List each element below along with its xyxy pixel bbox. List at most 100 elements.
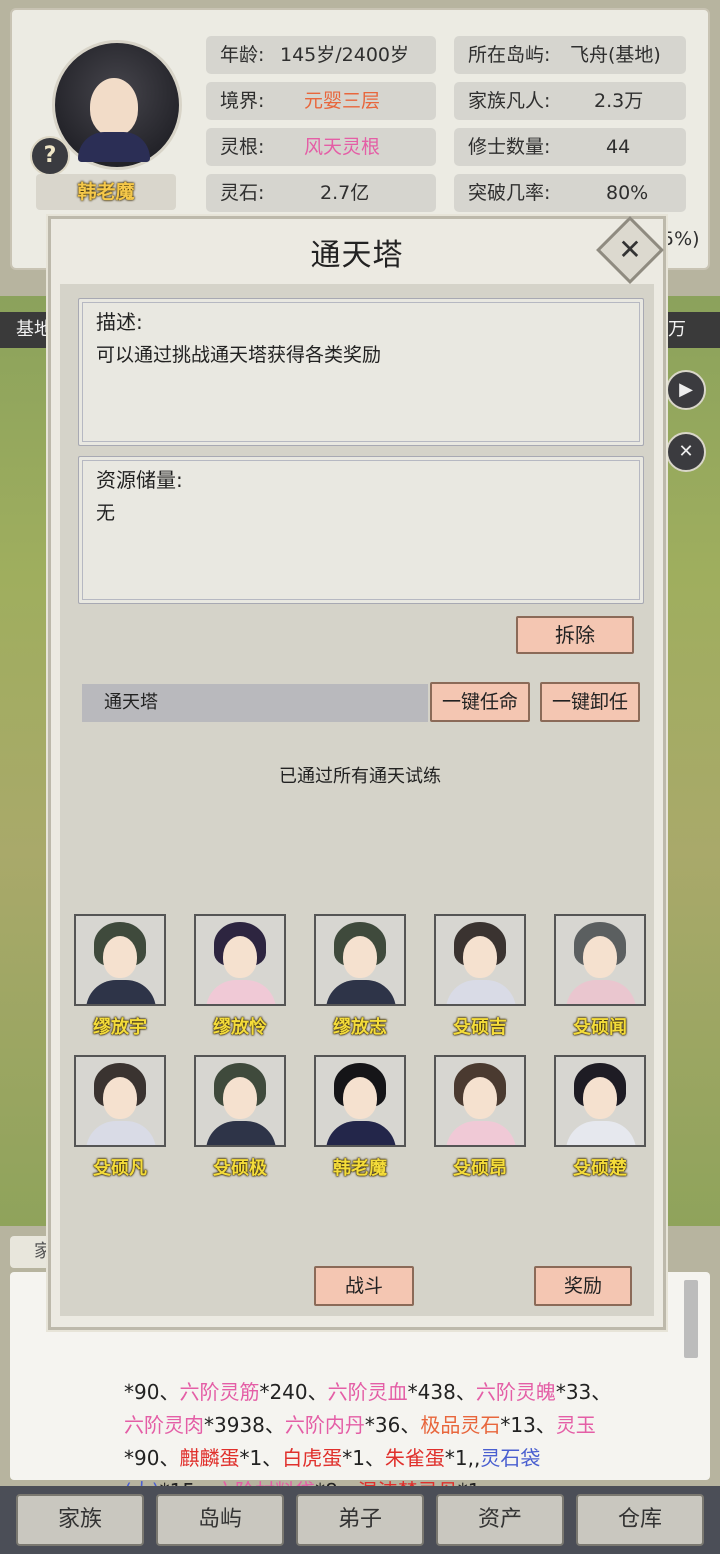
reward-button[interactable]: 奖励	[534, 1266, 632, 1306]
play-icon[interactable]: ▶	[666, 370, 706, 410]
member-portrait[interactable]	[74, 914, 166, 1006]
portrait-face	[343, 936, 377, 978]
member-name: 殳硕凡	[93, 1158, 147, 1179]
portrait-face	[583, 1077, 617, 1119]
stat-realm: 境界: 元婴三层	[206, 82, 436, 120]
dismiss-all-button[interactable]: 一键卸任	[540, 682, 640, 722]
log-item-name: 极品灵石	[420, 1413, 501, 1437]
member-portrait[interactable]	[74, 1055, 166, 1147]
description-title: 描述:	[96, 310, 143, 334]
stat-value: 145岁/2400岁	[280, 44, 410, 66]
member-portrait[interactable]	[554, 1055, 646, 1147]
log-item-count: *438、	[407, 1380, 476, 1404]
log-item-name: 六阶灵筋	[179, 1380, 260, 1404]
appoint-all-button[interactable]: 一键任命	[430, 682, 530, 722]
member-name: 殳硕闻	[573, 1017, 627, 1038]
log-item-count: *1、	[342, 1446, 385, 1470]
log-line: *90、六阶灵筋*240、六阶灵血*438、六阶灵魄*33、	[124, 1376, 684, 1409]
log-item-name: 朱雀蛋	[384, 1446, 445, 1470]
member-name: 韩老魔	[333, 1158, 387, 1179]
portrait-face	[223, 936, 257, 978]
status-text: 已通过所有通天试练	[279, 766, 441, 787]
close-icon-glyph[interactable]: ✕	[606, 226, 654, 274]
nav-disciple-button[interactable]: 弟子	[296, 1494, 424, 1546]
map-close-icon[interactable]: ✕	[666, 432, 706, 472]
member-portrait[interactable]	[314, 1055, 406, 1147]
member-portrait[interactable]	[194, 1055, 286, 1147]
member-portrait[interactable]	[314, 914, 406, 1006]
log-item-count: *240、	[259, 1380, 328, 1404]
fight-button[interactable]: 战斗	[314, 1266, 414, 1306]
log-item-count: *1、	[239, 1446, 283, 1470]
member-name: 殳硕极	[213, 1158, 267, 1179]
log-item-name: 六阶灵血	[327, 1380, 408, 1404]
stat-value: 80%	[606, 182, 649, 204]
member-name: 缪放志	[333, 1017, 387, 1038]
partial-stat-text: 5%)	[662, 228, 700, 250]
portrait-face	[343, 1077, 377, 1119]
description-box	[78, 298, 644, 446]
log-item-name: 六阶内丹	[284, 1413, 365, 1437]
log-item-count: *33、	[555, 1380, 612, 1404]
log-item-name: 灵石袋	[480, 1446, 541, 1470]
member-name: 殳硕吉	[453, 1017, 507, 1038]
stat-spirit-stones: 灵石: 2.7亿	[206, 174, 436, 212]
portrait-face	[103, 936, 137, 978]
member-portrait[interactable]	[194, 914, 286, 1006]
log-item-name: 白虎蛋	[282, 1446, 343, 1470]
character-name: 韩老魔	[36, 174, 176, 210]
member-name: 缪放宇	[93, 1017, 147, 1038]
nav-family-button[interactable]: 家族	[16, 1494, 144, 1546]
stat-label: 突破几率:	[468, 182, 551, 204]
nav-warehouse-button[interactable]: 仓库	[576, 1494, 704, 1546]
stat-label: 家族凡人:	[468, 90, 551, 112]
nav-assets-button[interactable]: 资产	[436, 1494, 564, 1546]
stat-cultivators: 修士数量: 44	[454, 128, 686, 166]
stat-label: 境界:	[220, 90, 265, 112]
stat-label: 灵石:	[220, 182, 265, 204]
stat-breakthrough: 突破几率: 80%	[454, 174, 686, 212]
log-item-name: 六阶灵魄	[475, 1380, 556, 1404]
demolish-button[interactable]: 拆除	[516, 616, 634, 654]
portrait-face	[463, 1077, 497, 1119]
stat-spirit-root: 灵根: 风天灵根	[206, 128, 436, 166]
log-item-name: 六阶灵肉	[124, 1413, 204, 1437]
log-line: 六阶灵肉*3938、六阶内丹*36、极品灵石*13、灵玉	[124, 1409, 684, 1442]
portrait-face	[463, 936, 497, 978]
log-item-count: *90、	[124, 1380, 180, 1404]
portrait-face	[103, 1077, 137, 1119]
member-name: 缪放怜	[213, 1017, 267, 1038]
dialog-title: 通天塔	[310, 238, 404, 273]
help-icon[interactable]: ?	[30, 136, 70, 176]
log-item-count: *13、	[500, 1413, 556, 1437]
description-text: 可以通过挑战通天塔获得各类奖励	[96, 344, 382, 366]
log-scrollbar[interactable]	[684, 1280, 698, 1358]
log-line: *90、麒麟蛋*1、白虎蛋*1、朱雀蛋*1,,灵石袋	[124, 1442, 684, 1475]
tab-tower[interactable]: 通天塔	[82, 684, 428, 722]
member-portrait[interactable]	[554, 914, 646, 1006]
portrait-face	[223, 1077, 257, 1119]
log-item-name: 灵玉	[555, 1413, 596, 1437]
stat-age: 年龄: 145岁/2400岁	[206, 36, 436, 74]
stat-value: 2.3万	[594, 90, 644, 112]
resource-text: 无	[96, 502, 116, 524]
member-portrait[interactable]	[434, 914, 526, 1006]
stat-label: 所在岛屿:	[468, 44, 551, 66]
member-portrait[interactable]	[434, 1055, 526, 1147]
avatar-collar	[78, 132, 150, 162]
stat-value: 44	[606, 136, 631, 158]
stat-label: 年龄:	[220, 44, 265, 66]
log-item-count: *3938、	[204, 1413, 285, 1437]
nav-island-button[interactable]: 岛屿	[156, 1494, 284, 1546]
log-item-count: *90、	[124, 1446, 180, 1470]
stat-value: 风天灵根	[304, 136, 381, 158]
resource-title: 资源储量:	[96, 468, 183, 492]
stat-value: 飞舟(基地)	[570, 44, 661, 66]
log-item-name: 麒麟蛋	[179, 1446, 240, 1470]
map-resource-label: 万	[664, 312, 720, 348]
stat-value: 2.7亿	[320, 182, 370, 204]
log-item-count: *1,,	[444, 1446, 481, 1470]
stat-value: 元婴三层	[304, 90, 381, 112]
stat-label: 修士数量:	[468, 136, 551, 158]
member-name: 殳硕昂	[453, 1158, 507, 1179]
